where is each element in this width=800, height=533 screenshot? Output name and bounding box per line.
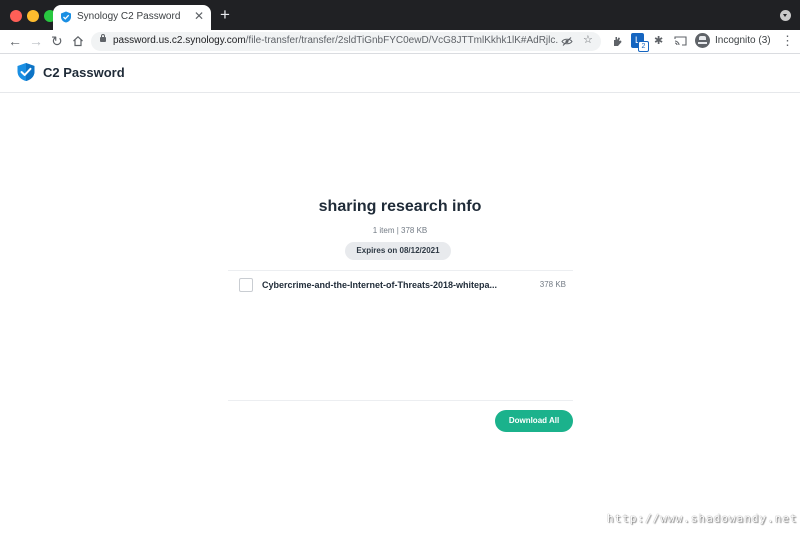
synology-shield-icon	[61, 11, 71, 23]
list-divider-top	[228, 270, 573, 271]
tab-title: Synology C2 Password	[77, 11, 181, 22]
home-icon[interactable]	[72, 35, 84, 47]
transfer-meta: 1 item | 378 KB	[372, 226, 428, 235]
forward-arrow-icon[interactable]: →	[29, 32, 43, 50]
app-header: C2 Password	[0, 54, 800, 93]
window-close-button[interactable]	[10, 10, 22, 22]
file-size: 378 KB	[539, 280, 566, 289]
browser-menu-icon[interactable]: ⋮	[781, 33, 794, 48]
incognito-icon[interactable]	[695, 33, 710, 48]
window-minimize-button[interactable]	[27, 10, 39, 22]
address-bar[interactable]: password.us.c2.synology.com/file-transfe…	[91, 32, 601, 51]
file-name[interactable]: Cybercrime-and-the-Internet-of-Threats-2…	[262, 280, 517, 290]
download-all-button[interactable]: Download All	[495, 410, 573, 432]
watermark-text: http://www.shadowandy.net	[607, 512, 798, 525]
expiration-badge: Expires on 08/12/2021	[345, 242, 451, 260]
reload-icon[interactable]: ↻	[51, 32, 63, 50]
file-select-checkbox[interactable]	[239, 278, 253, 292]
list-divider-bottom	[228, 400, 573, 401]
incognito-label[interactable]: Incognito (3)	[715, 35, 771, 46]
eye-slash-icon[interactable]	[561, 36, 573, 47]
extension-hand-icon[interactable]	[611, 35, 623, 47]
browser-tab-strip: Synology C2 Password ✕ +	[0, 0, 800, 30]
cast-icon[interactable]	[674, 36, 687, 46]
tab-close-icon[interactable]: ✕	[194, 9, 204, 23]
extensions-puzzle-icon[interactable]: ✱	[654, 34, 663, 47]
bookmark-star-icon[interactable]: ☆	[583, 33, 593, 46]
c2-password-shield-logo-icon	[17, 63, 35, 81]
extension-badge-count: 2	[638, 41, 649, 52]
lock-icon	[100, 34, 106, 42]
browser-tab-active[interactable]: Synology C2 Password ✕	[53, 5, 211, 30]
url-text: password.us.c2.synology.com/file-transfe…	[113, 35, 558, 46]
brand-name: C2 Password	[43, 65, 125, 80]
tab-search-button[interactable]	[780, 10, 791, 21]
browser-toolbar: ← → ↻ password.us.c2.synology.com/file-t…	[0, 30, 800, 54]
back-arrow-icon[interactable]: ←	[8, 32, 22, 50]
transfer-title: sharing research info	[318, 198, 482, 215]
new-tab-button[interactable]: +	[220, 5, 230, 25]
